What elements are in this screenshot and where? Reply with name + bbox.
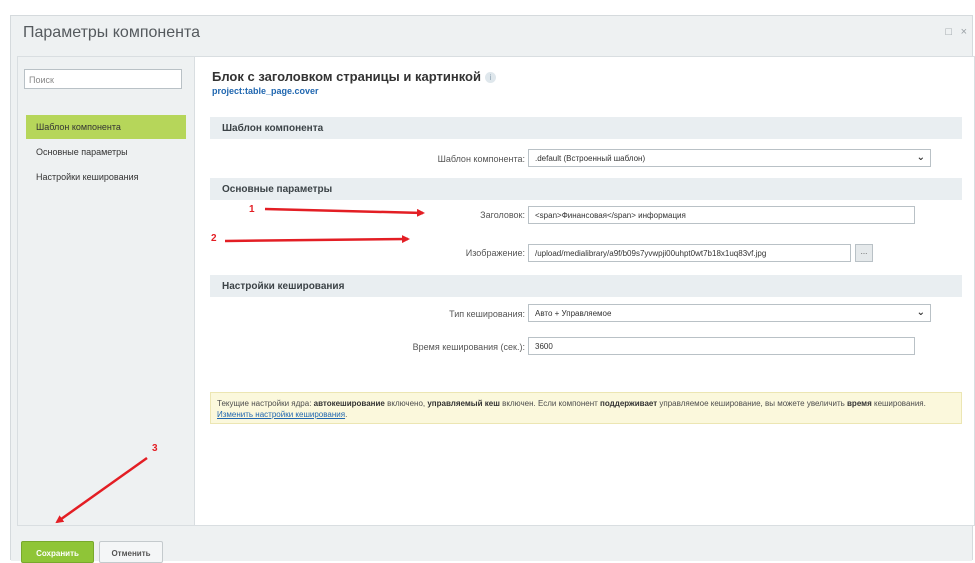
component-title: Блок с заголовком страницы и картинкой i <box>212 69 496 84</box>
component-parameters-dialog: Параметры компонента □ × Поиск Шаблон ко… <box>10 15 975 563</box>
title-field-label: Заголовок: <box>480 210 525 220</box>
dialog-content: Поиск Шаблон компонента Основные парамет… <box>17 56 975 526</box>
image-browse-button[interactable]: ... <box>855 244 873 262</box>
annotation-marker-3: 3 <box>152 443 158 454</box>
expand-icon[interactable]: □ <box>945 26 952 38</box>
sidebar-item-main-params[interactable]: Основные параметры <box>26 140 186 164</box>
notice-text: управляемое кеширование, вы можете увели… <box>657 399 848 408</box>
image-field[interactable]: /upload/medialibrary/a9f/b09s7yvwpji00uh… <box>528 244 851 262</box>
notice-text: включено, <box>384 399 428 408</box>
image-field-label: Изображение: <box>465 248 525 258</box>
template-label: Шаблон компонента: <box>437 154 525 164</box>
section-header-main-params: Основные параметры <box>210 178 962 200</box>
template-select-value: .default (Встроенный шаблон) <box>535 154 646 163</box>
dialog-footer: Сохранить Отменить <box>11 531 972 563</box>
dialog-titlebar[interactable]: Параметры компонента □ × <box>11 16 972 52</box>
annotation-marker-1: 1 <box>249 204 255 215</box>
notice-bold: управляемый кеш <box>427 399 500 408</box>
cache-time-field[interactable]: 3600 <box>528 337 915 355</box>
main-panel: Блок с заголовком страницы и картинкой i … <box>210 57 974 525</box>
sidebar: Поиск Шаблон компонента Основные парамет… <box>18 57 195 525</box>
section-header-cache: Настройки кеширования <box>210 275 962 297</box>
component-code: project:table_page.cover <box>212 86 319 96</box>
cache-type-value: Авто + Управляемое <box>535 309 612 318</box>
sidebar-item-cache-settings[interactable]: Настройки кеширования <box>26 165 186 189</box>
notice-text: кеширования. <box>871 399 926 408</box>
cancel-button[interactable]: Отменить <box>99 541 163 563</box>
cache-type-label: Тип кеширования: <box>449 309 525 319</box>
notice-bold: поддерживает <box>600 399 658 408</box>
notice-text: Текущие настройки ядра: <box>217 399 314 408</box>
close-icon[interactable]: × <box>961 26 967 38</box>
template-select[interactable]: .default (Встроенный шаблон) ⌄ <box>528 149 931 167</box>
notice-bold: автокеширование <box>313 399 385 408</box>
notice-text: . <box>345 410 348 419</box>
section-header-template: Шаблон компонента <box>210 117 962 139</box>
annotation-marker-2: 2 <box>211 233 217 244</box>
notice-bold: время <box>847 399 872 408</box>
notice-text: включен. Если компонент <box>499 399 601 408</box>
dialog-title: Параметры компонента <box>23 24 200 41</box>
cache-time-label: Время кеширования (сек.): <box>412 342 525 352</box>
title-field[interactable]: <span>Финансовая</span> информация <box>528 206 915 224</box>
save-button[interactable]: Сохранить <box>21 541 94 563</box>
sidebar-item-template[interactable]: Шаблон компонента <box>26 115 186 139</box>
component-title-text: Блок с заголовком страницы и картинкой <box>212 69 481 84</box>
info-icon[interactable]: i <box>484 72 496 83</box>
chevron-down-icon: ⌄ <box>916 307 925 318</box>
cache-type-select[interactable]: Авто + Управляемое ⌄ <box>528 304 931 322</box>
search-input[interactable]: Поиск <box>24 69 182 89</box>
cache-notice: Текущие настройки ядра: автокеширование … <box>210 392 962 424</box>
chevron-down-icon: ⌄ <box>916 152 925 163</box>
change-cache-settings-link[interactable]: Изменить настройки кеширования <box>217 410 345 419</box>
